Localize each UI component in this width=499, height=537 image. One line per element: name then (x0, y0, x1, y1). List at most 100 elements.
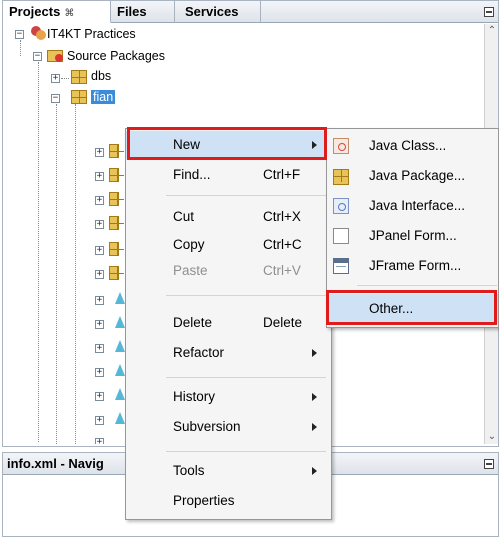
java-class-label: Java Class... (369, 138, 447, 153)
expand-icon[interactable]: + (95, 296, 104, 305)
form-icon (115, 340, 125, 352)
expand-icon[interactable]: + (95, 196, 104, 205)
menu-copy-label: Copy (173, 237, 205, 252)
menu-cut-label: Cut (173, 209, 195, 224)
tree-node-root[interactable]: IT4KT Practices (29, 24, 136, 44)
expand-icon[interactable]: + (95, 270, 104, 279)
tab-files[interactable]: Files (111, 1, 175, 23)
expand-icon[interactable]: + (95, 172, 104, 181)
menu-item-delete[interactable]: Delete Delete (126, 309, 331, 337)
expand-icon[interactable]: + (95, 344, 104, 353)
menu-properties-label: Properties (173, 493, 235, 508)
navigator-title-label: info.xml - Navig (7, 456, 104, 471)
tab-services-label: Services (185, 4, 239, 19)
scroll-down-icon[interactable]: ⌄ (485, 430, 499, 444)
java-class-icon (333, 138, 349, 154)
project-icon (29, 26, 47, 40)
tab-projects[interactable]: Projects ⌘ (3, 1, 111, 23)
jpanel-form-label: JPanel Form... (369, 228, 457, 243)
submenu-item-jframe-form[interactable]: JFrame Form... (327, 251, 498, 281)
collapse-icon[interactable]: − (33, 52, 42, 61)
collapse-icon[interactable]: − (15, 30, 24, 39)
form-icon (115, 412, 125, 424)
menu-item-history[interactable]: History (126, 383, 331, 411)
form-icon (115, 364, 125, 376)
tab-files-label: Files (117, 4, 147, 19)
menu-item-subversion[interactable]: Subversion (126, 413, 331, 441)
form-icon (115, 292, 125, 304)
package-icon (71, 70, 87, 84)
menu-separator (166, 195, 326, 196)
expand-icon[interactable]: + (95, 246, 104, 255)
minimize-icon[interactable] (484, 7, 494, 17)
java-package-label: Java Package... (369, 168, 466, 183)
source-packages-icon (47, 48, 67, 62)
menu-cut-shortcut: Ctrl+X (263, 209, 301, 224)
menu-find-shortcut: Ctrl+F (263, 167, 301, 182)
expand-icon[interactable]: + (95, 368, 104, 377)
tree-node-source-packages[interactable]: Source Packages (47, 46, 165, 66)
package-icon (109, 216, 124, 230)
menu-item-find[interactable]: Find... Ctrl+F (126, 161, 331, 189)
tree-root-label: IT4KT Practices (47, 27, 136, 41)
expand-icon[interactable]: + (95, 320, 104, 329)
menu-separator (166, 377, 326, 378)
expand-icon[interactable]: + (51, 74, 60, 83)
menu-item-paste[interactable]: Paste Ctrl+V (126, 257, 331, 285)
menu-separator (166, 295, 326, 296)
menu-item-refactor[interactable]: Refactor (126, 339, 331, 367)
scroll-up-icon[interactable]: ⌃ (485, 24, 499, 38)
jframe-form-icon (333, 258, 349, 274)
context-menu: New Find... Ctrl+F Cut Ctrl+X Copy Ctrl+… (125, 128, 332, 520)
new-submenu: Java Class... Java Package... Java Inter… (326, 128, 499, 328)
expand-icon[interactable]: + (95, 148, 104, 157)
jframe-form-label: JFrame Form... (369, 258, 462, 273)
menu-item-tools[interactable]: Tools (126, 457, 331, 485)
menu-new-label: New (173, 137, 201, 152)
submenu-item-java-package[interactable]: Java Package... (327, 161, 498, 191)
menu-copy-shortcut: Ctrl+C (263, 237, 302, 252)
menu-item-copy[interactable]: Copy Ctrl+C (126, 231, 331, 259)
menu-item-properties[interactable]: Properties (126, 487, 331, 515)
tree-node-selected[interactable]: fian (91, 87, 116, 107)
submenu-arrow-icon (312, 467, 317, 475)
expand-icon[interactable]: + (95, 392, 104, 401)
menu-find-label: Find... (173, 167, 211, 182)
package-icon (109, 242, 124, 256)
submenu-item-other[interactable]: Other... (327, 294, 498, 324)
java-package-icon (333, 169, 349, 185)
form-icon (115, 316, 125, 328)
menu-subversion-label: Subversion (173, 419, 241, 434)
minimize-icon[interactable] (484, 459, 494, 469)
tree-node-dbs[interactable]: dbs (91, 66, 111, 86)
submenu-arrow-icon (312, 423, 317, 431)
package-icon (109, 144, 124, 158)
tab-projects-label: Projects (9, 4, 61, 19)
java-interface-label: Java Interface... (369, 198, 466, 213)
package-icon (109, 192, 124, 206)
source-packages-label: Source Packages (67, 49, 165, 63)
menu-separator (166, 451, 326, 452)
menu-item-cut[interactable]: Cut Ctrl+X (126, 203, 331, 231)
expand-icon[interactable]: + (95, 416, 104, 425)
expand-icon[interactable]: + (95, 438, 104, 444)
close-icon[interactable]: ⌘ (64, 8, 74, 19)
submenu-item-java-class[interactable]: Java Class... (327, 131, 498, 161)
collapse-icon[interactable]: − (51, 94, 60, 103)
expand-icon[interactable]: + (95, 220, 104, 229)
other-label: Other... (369, 301, 414, 316)
submenu-item-jpanel-form[interactable]: JPanel Form... (327, 221, 498, 251)
tab-bar: Projects ⌘ Files Services (3, 1, 498, 23)
menu-delete-shortcut: Delete (263, 315, 303, 330)
menu-history-label: History (173, 389, 216, 404)
tab-services[interactable]: Services (175, 1, 261, 23)
package-dbs-label: dbs (91, 69, 112, 83)
form-icon (115, 388, 125, 400)
package-icon (71, 90, 87, 104)
package-icon (109, 168, 124, 182)
java-interface-icon (333, 198, 349, 214)
menu-refactor-label: Refactor (173, 345, 225, 360)
submenu-arrow-icon (312, 141, 317, 149)
submenu-item-java-interface[interactable]: Java Interface... (327, 191, 498, 221)
menu-item-new[interactable]: New (126, 131, 331, 159)
